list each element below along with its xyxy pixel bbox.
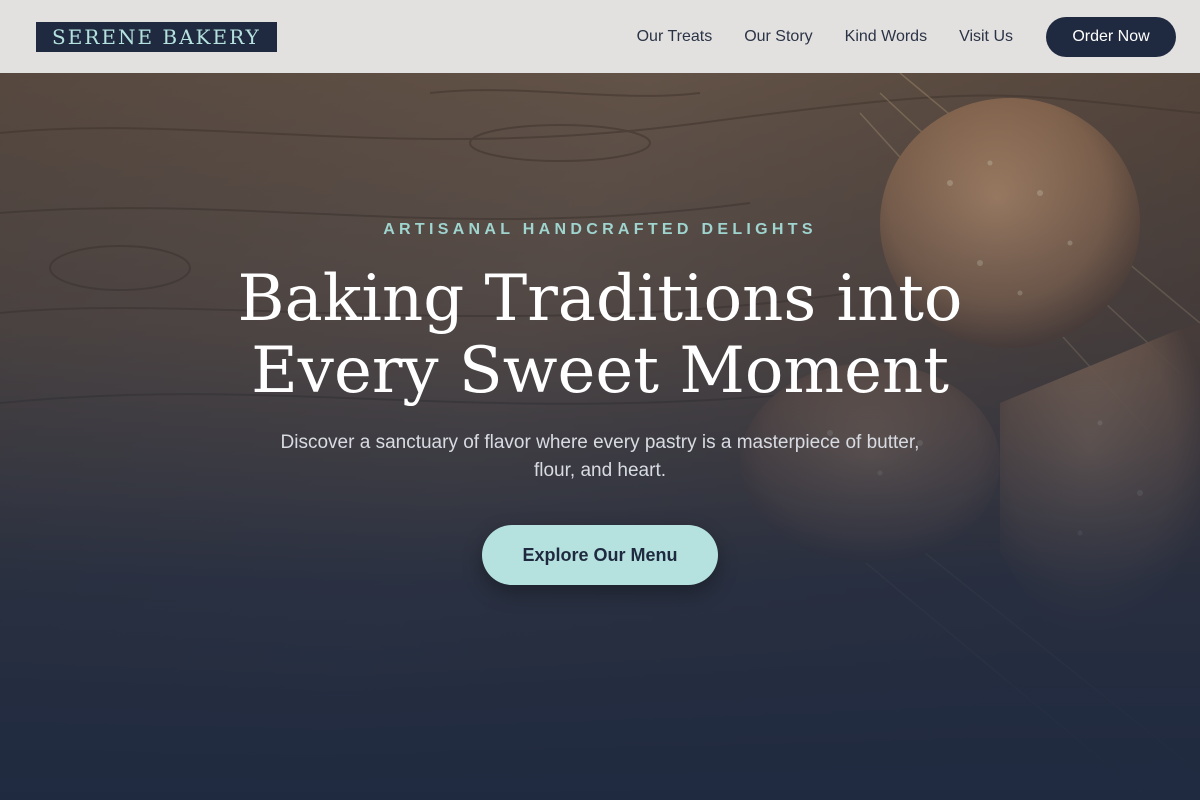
hero-content: ARTISANAL HANDCRAFTED DELIGHTS Baking Tr…	[0, 73, 1200, 800]
nav-link-our-story[interactable]: Our Story	[744, 28, 812, 46]
main-nav: Our Treats Our Story Kind Words Visit Us	[637, 28, 1013, 46]
site-logo[interactable]: SERENE BAKERY	[36, 21, 277, 52]
hero-section: ARTISANAL HANDCRAFTED DELIGHTS Baking Tr…	[0, 73, 1200, 800]
hero-headline: Baking Traditions into Every Sweet Momen…	[190, 263, 1010, 407]
hero-subtext: Discover a sanctuary of flavor where eve…	[280, 432, 920, 481]
order-now-button[interactable]: Order Now	[1046, 16, 1176, 57]
hero-headline-line-1: Baking Traditions into	[237, 262, 963, 336]
site-header: SERENE BAKERY Our Treats Our Story Kind …	[0, 0, 1200, 73]
hero-headline-line-2: Every Sweet Moment	[251, 334, 949, 408]
hero-eyebrow: ARTISANAL HANDCRAFTED DELIGHTS	[383, 221, 817, 238]
explore-menu-button[interactable]: Explore Our Menu	[482, 525, 718, 585]
nav-link-our-treats[interactable]: Our Treats	[637, 28, 713, 46]
nav-link-kind-words[interactable]: Kind Words	[845, 28, 927, 46]
nav-link-visit-us[interactable]: Visit Us	[959, 28, 1013, 46]
